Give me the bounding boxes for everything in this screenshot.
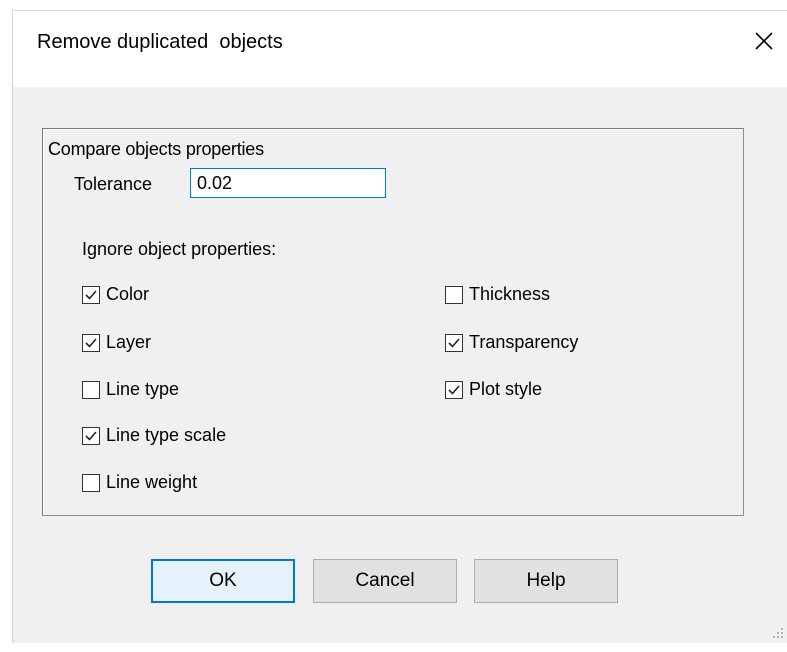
checkbox-label: Line type (106, 379, 180, 399)
checkbox-label: Plot style (469, 379, 543, 399)
checkmark-icon (85, 337, 97, 348)
checkbox-box[interactable] (445, 285, 463, 304)
checkbox-box[interactable] (82, 426, 100, 445)
dialog-window: Remove duplicated objects Compare object… (12, 10, 787, 643)
group-label: Compare objects properties (48, 139, 264, 159)
checkbox-box[interactable] (445, 333, 463, 352)
close-button[interactable] (744, 21, 784, 61)
cancel-button[interactable]: Cancel (313, 559, 457, 603)
checkbox-box[interactable] (82, 473, 100, 492)
checkbox-label: Transparency (469, 332, 579, 352)
checkbox-label: Line weight (106, 472, 198, 492)
dialog-title: Remove duplicated objects (37, 31, 283, 53)
checkmark-icon (448, 384, 460, 395)
checkbox-box[interactable] (445, 380, 463, 399)
ignore-properties-label: Ignore object properties: (82, 239, 277, 259)
checkbox-line-type-scale[interactable]: Line type scale (82, 425, 226, 446)
checkbox-line-type[interactable]: Line type (82, 379, 179, 400)
checkmark-icon (448, 337, 460, 348)
checkbox-line-weight[interactable]: Line weight (82, 472, 197, 493)
checkbox-label: Color (106, 284, 150, 304)
checkbox-thickness[interactable]: Thickness (445, 284, 550, 305)
title-bar: Remove duplicated objects (13, 11, 787, 87)
checkbox-transparency[interactable]: Transparency (445, 332, 578, 353)
checkbox-box[interactable] (82, 285, 100, 304)
checkbox-label: Layer (106, 332, 152, 352)
checkbox-box[interactable] (82, 333, 100, 352)
checkmark-icon (85, 430, 97, 441)
checkbox-layer[interactable]: Layer (82, 332, 151, 353)
checkbox-box[interactable] (82, 380, 100, 399)
close-icon (755, 32, 773, 50)
tolerance-label: Tolerance (74, 174, 153, 194)
checkbox-plot-style[interactable]: Plot style (445, 379, 542, 400)
tolerance-input[interactable] (190, 168, 386, 198)
ok-button[interactable]: OK (151, 559, 295, 603)
resize-grip-icon[interactable] (772, 627, 784, 639)
checkbox-color[interactable]: Color (82, 284, 149, 305)
help-button[interactable]: Help (474, 559, 618, 603)
checkbox-label: Line type scale (106, 425, 227, 445)
checkbox-label: Thickness (469, 284, 551, 304)
checkmark-icon (85, 289, 97, 300)
compare-properties-group: Compare objects properties Tolerance Ign… (42, 128, 744, 516)
